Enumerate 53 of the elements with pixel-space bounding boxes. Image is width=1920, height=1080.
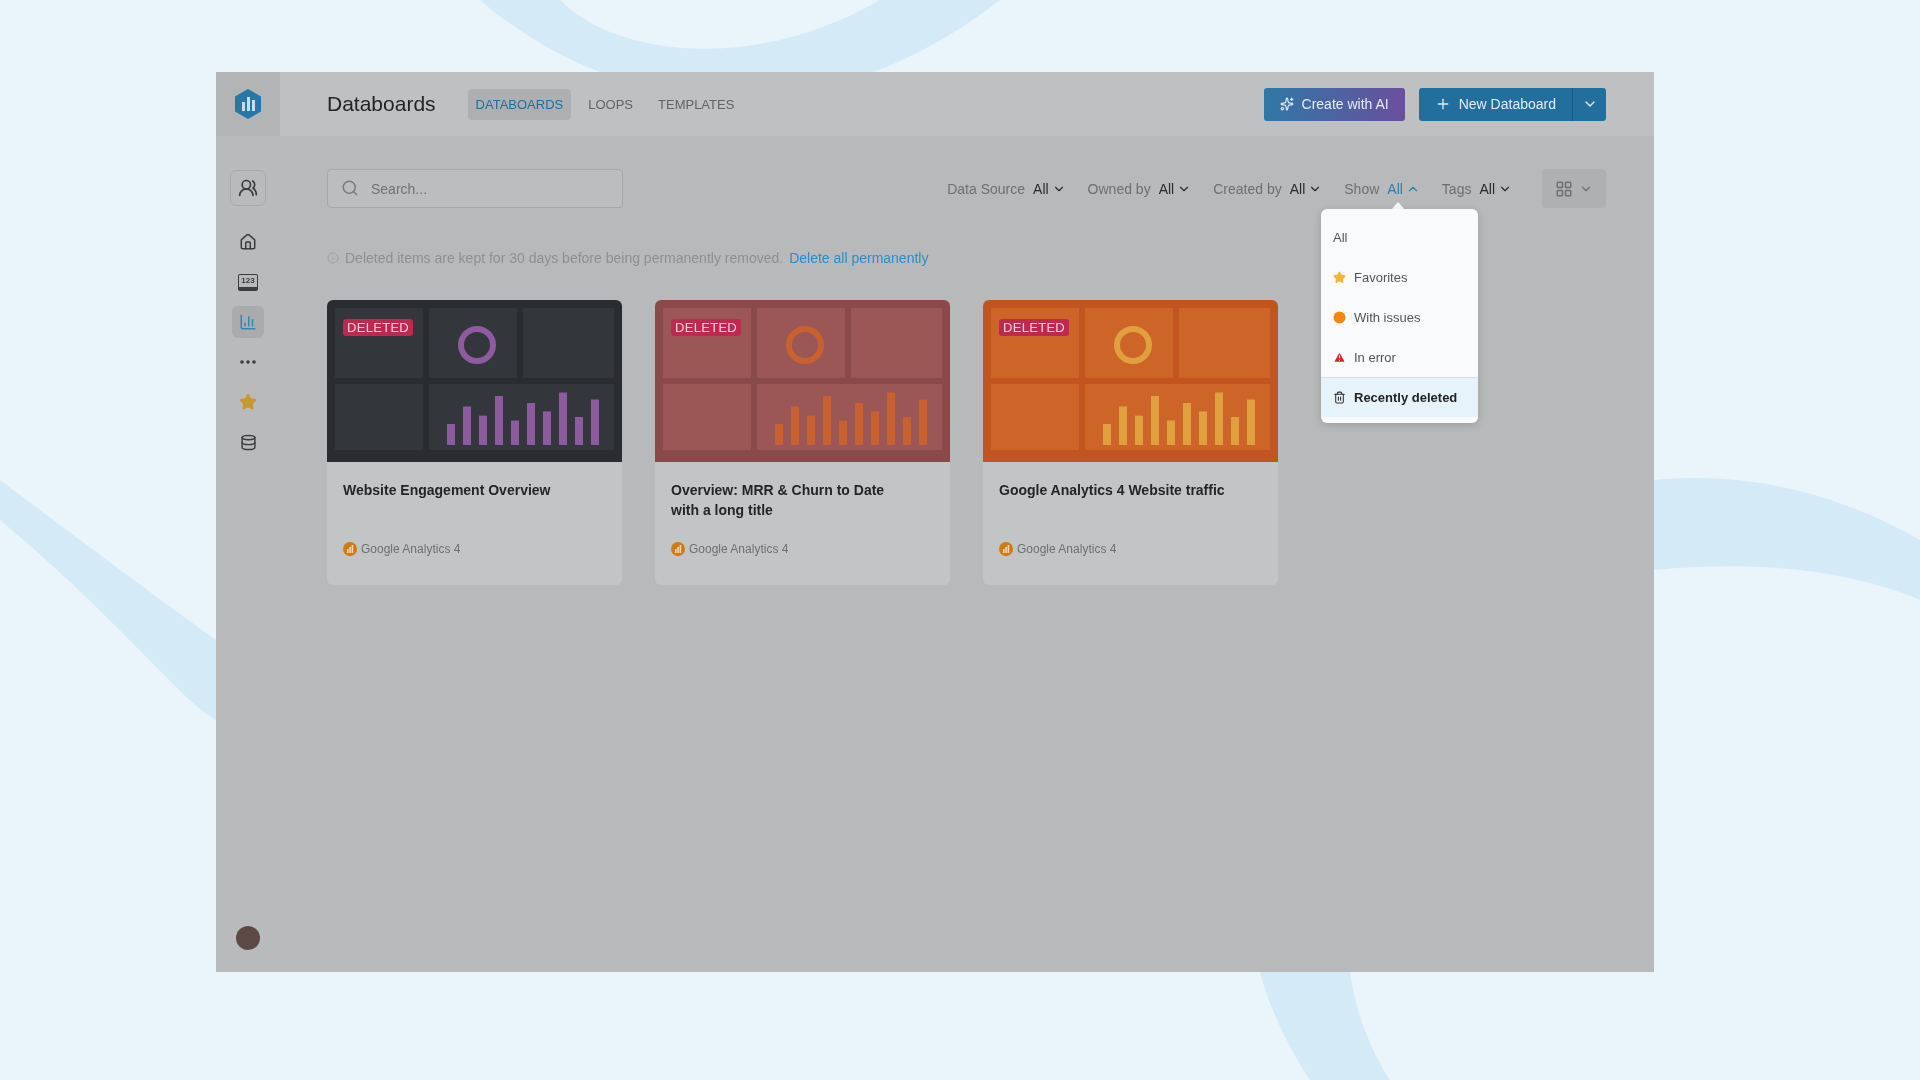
data-source-label: Google Analytics 4 — [689, 542, 789, 556]
sidebar-button[interactable]: 123 — [232, 266, 264, 298]
page-title: Databoards — [327, 92, 436, 116]
numbers-icon: 123 — [238, 273, 258, 291]
filter-dropdown[interactable]: All — [1479, 180, 1512, 197]
filter-dropdown[interactable]: All — [1289, 180, 1323, 197]
user-avatar[interactable] — [236, 926, 260, 950]
data-source-label: Google Analytics 4 — [361, 542, 461, 556]
analytics-logo-icon — [671, 542, 685, 556]
deleted-badge: DELETED — [671, 319, 742, 336]
filter-label: Owned by — [1087, 180, 1151, 197]
menu-item[interactable]: With issues — [1321, 297, 1478, 337]
grid-icon — [1555, 179, 1573, 198]
search-field[interactable]: Search... — [327, 169, 623, 208]
account-switch-icon — [238, 178, 258, 198]
sidebar-button[interactable] — [230, 170, 266, 206]
menu-item[interactable]: Favorites — [1321, 257, 1478, 297]
star-icon — [239, 393, 257, 411]
dashboard-icon — [239, 313, 257, 331]
filter-label: Show — [1344, 180, 1380, 197]
menu-item[interactable]: All — [1321, 217, 1478, 257]
logo-icon — [233, 88, 263, 120]
star-icon — [1333, 270, 1346, 284]
search-icon — [341, 179, 359, 197]
status-dot-icon — [1333, 310, 1346, 324]
databoard-card[interactable]: DELETED Overview: MRR & Churn to Date with a long title Google Analytics 4 — [655, 300, 950, 585]
home-icon — [239, 233, 257, 251]
databoard-card[interactable]: DELETED Google Analytics 4 Website traffic Google Analytics 4 — [983, 300, 1278, 585]
analytics-logo-icon — [999, 542, 1013, 556]
filter-label: Created by — [1213, 180, 1282, 197]
data-source-label: Google Analytics 4 — [1017, 542, 1117, 556]
warning-icon — [1333, 350, 1346, 364]
more-icon — [240, 360, 256, 364]
menu-item[interactable]: Recently deleted — [1321, 377, 1478, 417]
analytics-logo-icon — [343, 542, 357, 556]
database-icon — [239, 433, 257, 451]
filter-label: Data Source — [947, 180, 1026, 197]
filter-label: Tags — [1441, 180, 1472, 197]
deleted-badge: DELETED — [343, 319, 414, 336]
card-title: Google Analytics 4 Website traffic — [999, 481, 1226, 500]
databoard-card[interactable]: DELETED Website Engagement Overview Google Analytics 4 — [327, 300, 622, 585]
create-with-ai-button[interactable]: Create with AI — [1263, 87, 1405, 121]
card-title: Website Engagement Overview — [343, 481, 552, 500]
dropdown-caret-button[interactable] — [1572, 87, 1606, 121]
filter-dropdown[interactable]: All — [1033, 180, 1066, 197]
new-databoard-button[interactable]: New Databoard — [1418, 87, 1572, 121]
deleted-badge: DELETED — [999, 319, 1070, 336]
view-toggle-button[interactable] — [1542, 169, 1606, 208]
menu-item[interactable]: In error — [1321, 337, 1478, 377]
card-title: Overview: MRR & Churn to Date with a long title — [671, 481, 886, 520]
sparkles-icon — [1279, 97, 1294, 111]
trash-icon — [1333, 391, 1346, 404]
filter-dropdown[interactable]: All — [1158, 180, 1192, 197]
